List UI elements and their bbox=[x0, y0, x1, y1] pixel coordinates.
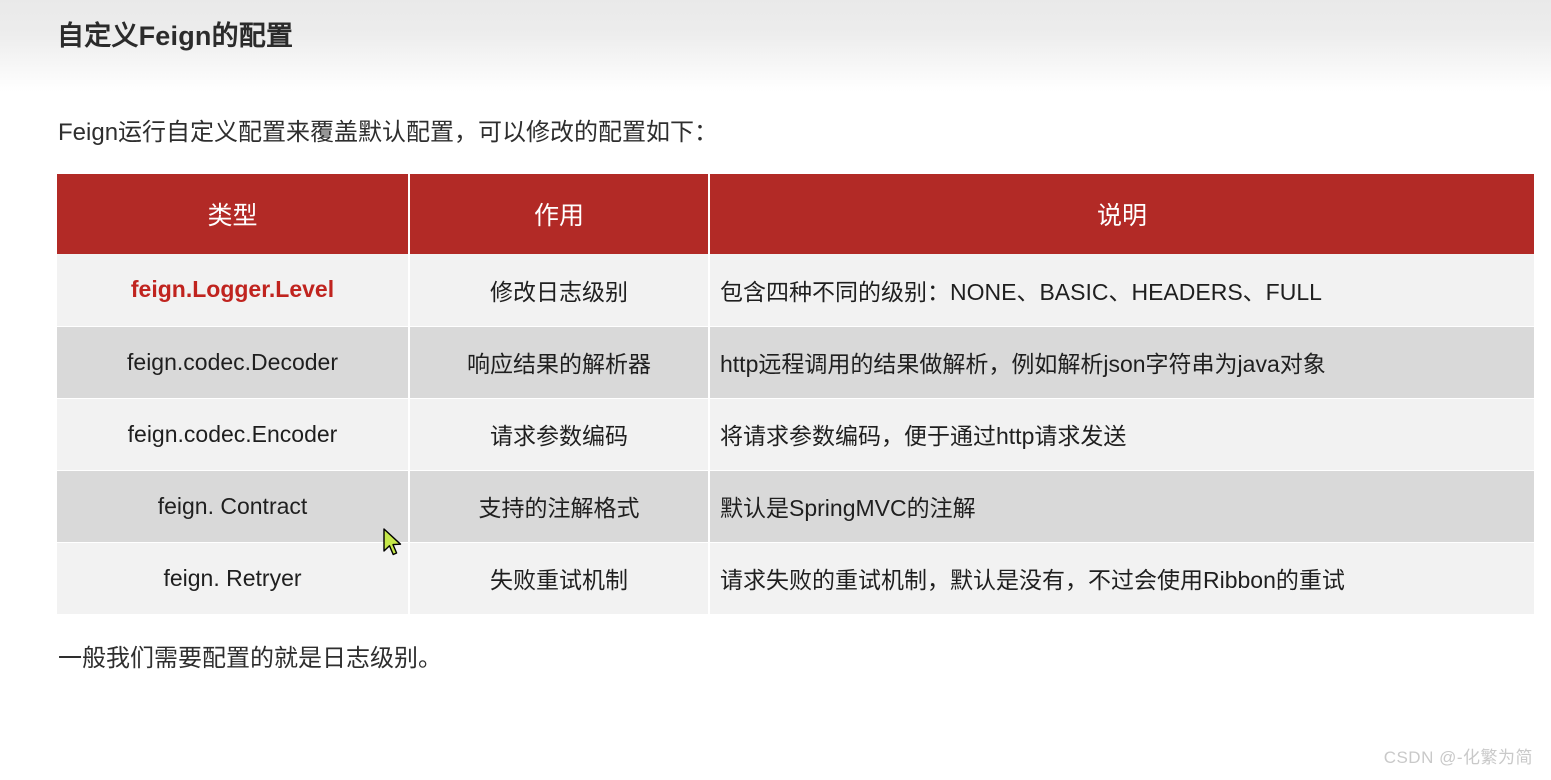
cell-desc: 请求失败的重试机制，默认是没有，不过会使用Ribbon的重试 bbox=[709, 542, 1534, 615]
csdn-watermark: CSDN @-化繁为简 bbox=[1383, 748, 1533, 767]
intro-paragraph: Feign运行自定义配置来覆盖默认配置，可以修改的配置如下： bbox=[58, 119, 719, 146]
cell-type: feign.codec.Encoder bbox=[57, 398, 410, 471]
table-row: feign.Logger.Level 修改日志级别 包含四种不同的级别：NONE… bbox=[57, 254, 1534, 327]
cell-role: 响应结果的解析器 bbox=[409, 326, 710, 399]
cell-role: 失败重试机制 bbox=[409, 542, 710, 615]
cell-desc: 将请求参数编码，便于通过http请求发送 bbox=[709, 398, 1534, 471]
page-title: 自定义Feign的配置 bbox=[57, 21, 294, 51]
column-header-desc: 说明 bbox=[709, 174, 1534, 254]
table-row: feign. Contract 支持的注解格式 默认是SpringMVC的注解 bbox=[57, 470, 1534, 543]
table-row: feign.codec.Decoder 响应结果的解析器 http远程调用的结果… bbox=[57, 326, 1534, 399]
cell-desc: http远程调用的结果做解析，例如解析json字符串为java对象 bbox=[709, 326, 1534, 399]
cell-type: feign.codec.Decoder bbox=[57, 326, 410, 399]
table-row: feign. Retryer 失败重试机制 请求失败的重试机制，默认是没有，不过… bbox=[57, 542, 1534, 615]
column-header-role: 作用 bbox=[409, 174, 710, 254]
cell-role: 修改日志级别 bbox=[409, 254, 710, 327]
cell-desc: 包含四种不同的级别：NONE、BASIC、HEADERS、FULL bbox=[709, 254, 1534, 327]
cell-role: 支持的注解格式 bbox=[409, 470, 710, 543]
cell-type: feign. Retryer bbox=[57, 542, 410, 615]
outro-paragraph: 一般我们需要配置的就是日志级别。 bbox=[58, 645, 442, 672]
table-header: 类型 作用 说明 bbox=[57, 174, 1534, 254]
cell-type: feign.Logger.Level bbox=[57, 254, 410, 327]
slide-page: 自定义Feign的配置 Feign运行自定义配置来覆盖默认配置，可以修改的配置如… bbox=[0, 0, 1551, 780]
table-header-row: 类型 作用 说明 bbox=[57, 174, 1534, 254]
cell-desc: 默认是SpringMVC的注解 bbox=[709, 470, 1534, 543]
column-header-type: 类型 bbox=[57, 174, 410, 254]
table-body: feign.Logger.Level 修改日志级别 包含四种不同的级别：NONE… bbox=[57, 254, 1534, 615]
table-row: feign.codec.Encoder 请求参数编码 将请求参数编码，便于通过h… bbox=[57, 398, 1534, 471]
feign-config-table: 类型 作用 说明 feign.Logger.Level 修改日志级别 包含四种不… bbox=[57, 174, 1534, 615]
cell-role: 请求参数编码 bbox=[409, 398, 710, 471]
cell-type: feign. Contract bbox=[57, 470, 410, 543]
